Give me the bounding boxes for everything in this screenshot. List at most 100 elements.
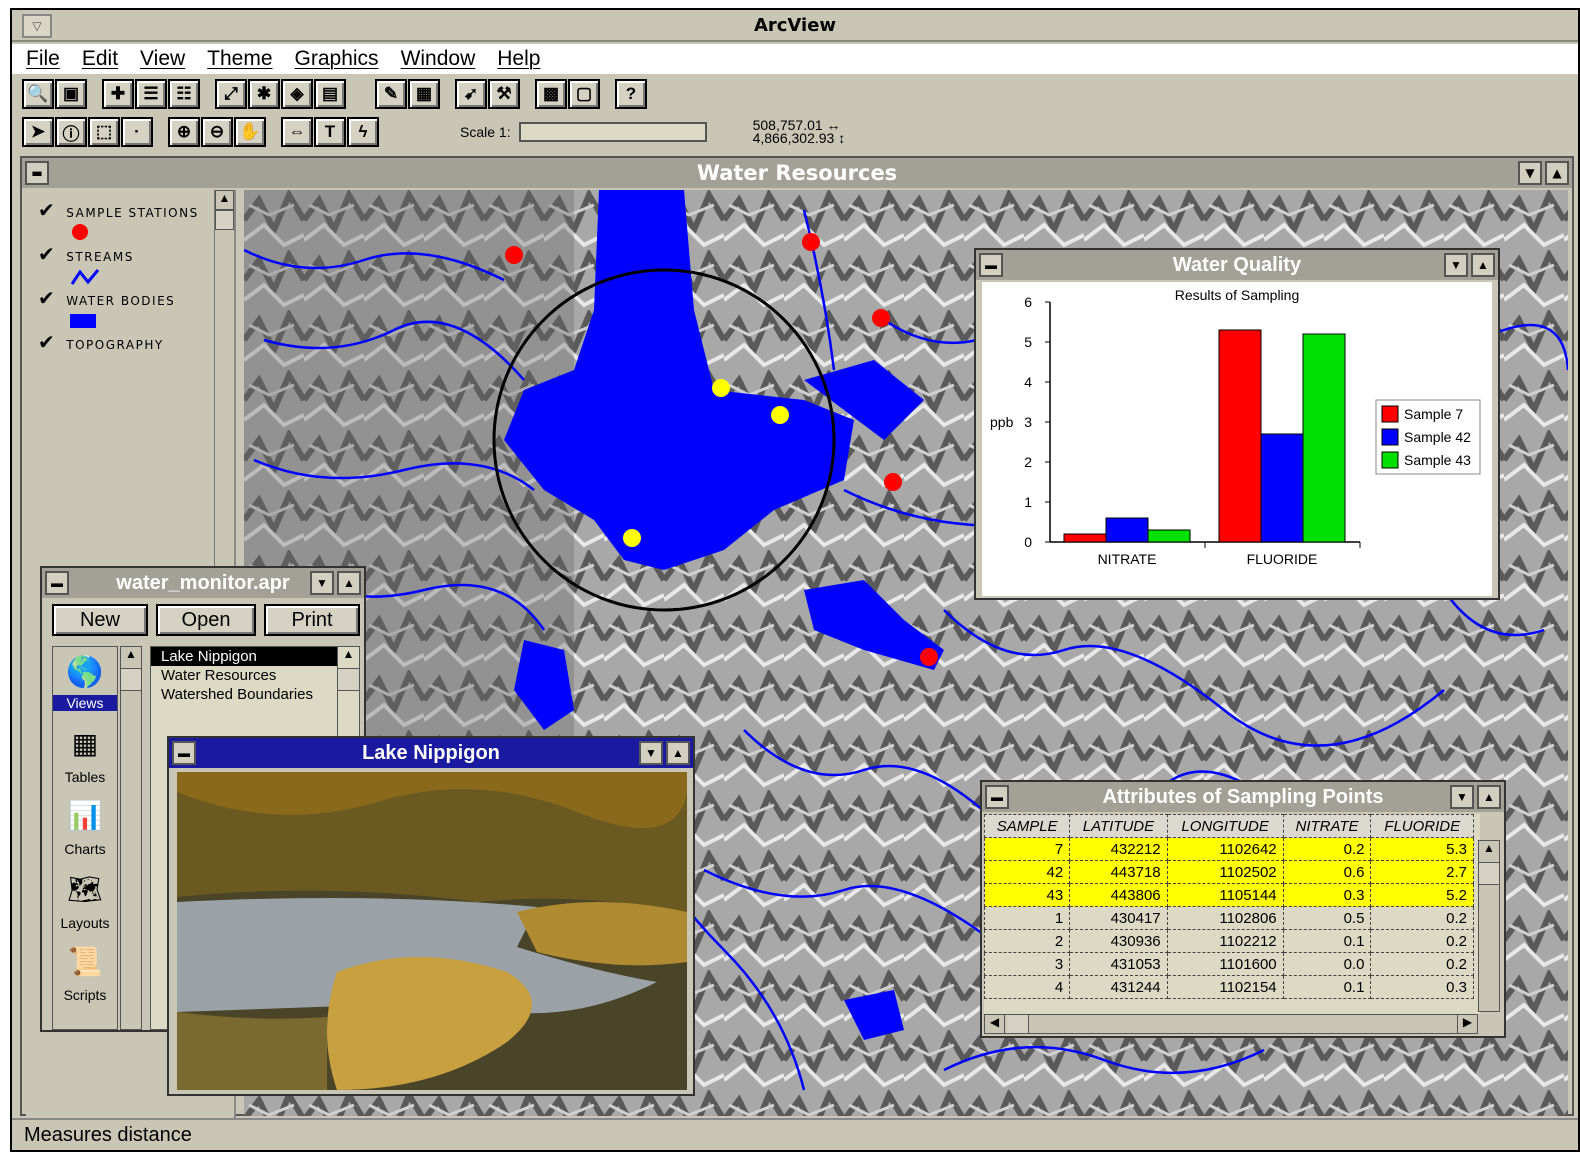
maximize-button[interactable]: ▲: [337, 571, 361, 595]
doc-type-scrollbar[interactable]: ▲: [120, 646, 142, 1030]
system-menu-button[interactable]: ▽: [22, 14, 52, 38]
maximize-button[interactable]: ▲: [1545, 161, 1569, 185]
checkmark-icon[interactable]: ✔: [38, 330, 56, 354]
open-button[interactable]: Open: [156, 604, 256, 636]
maximize-button[interactable]: ▲: [666, 741, 690, 765]
table-row[interactable]: 3 431053 1101600 0.0 0.2: [984, 952, 1474, 976]
zoom-full-extent-icon[interactable]: ⤢: [215, 79, 247, 109]
edit-legend-icon[interactable]: ☷: [168, 79, 200, 109]
zoom-selected-icon[interactable]: ◈: [281, 79, 313, 109]
print-button[interactable]: Print: [264, 604, 360, 636]
select-all-icon[interactable]: ▩: [535, 79, 567, 109]
doc-type-layouts[interactable]: 🗺 Layouts: [53, 865, 117, 937]
doc-type-scripts[interactable]: 📜 Scripts: [53, 937, 117, 1009]
list-item-water-resources[interactable]: Water Resources: [151, 666, 359, 685]
pan-hand-icon[interactable]: ✋: [234, 117, 266, 147]
table-cell: 1: [984, 906, 1071, 930]
table-cell: 443718: [1069, 860, 1168, 884]
menu-edit[interactable]: Edit: [82, 47, 118, 71]
text-tool-icon[interactable]: T: [314, 117, 346, 147]
maximize-button[interactable]: ▲: [1471, 253, 1495, 277]
measure-icon[interactable]: ⇔: [281, 117, 313, 147]
list-item-watershed-boundaries[interactable]: Watershed Boundaries: [151, 685, 359, 704]
window-menu-button[interactable]: ▬: [172, 741, 196, 765]
table-row[interactable]: 4 431244 1102154 0.1 0.3: [984, 975, 1474, 999]
table-row[interactable]: 1 430417 1102806 0.5 0.2: [984, 906, 1474, 930]
add-theme-icon[interactable]: ✚: [102, 79, 134, 109]
table-vscrollbar[interactable]: ▲: [1478, 840, 1500, 1012]
locate-address-icon[interactable]: ➹: [455, 79, 487, 109]
pointer-icon[interactable]: ➤: [22, 117, 54, 147]
menu-graphics[interactable]: Graphics: [295, 47, 379, 71]
table-cell: 1105144: [1166, 883, 1284, 907]
window-menu-button[interactable]: ▬: [979, 253, 1003, 277]
scale-input[interactable]: [518, 122, 707, 142]
table-hscrollbar[interactable]: ◀ ▶: [984, 1014, 1478, 1034]
menu-view[interactable]: View: [140, 47, 185, 71]
legend-label: Sample 42: [1404, 429, 1471, 445]
column-header[interactable]: SAMPLE: [984, 814, 1071, 838]
table-row[interactable]: 42 443718 1102502 0.6 2.7: [984, 860, 1474, 884]
list-item-lake-nippigon[interactable]: Lake Nippigon: [151, 647, 337, 666]
maximize-button[interactable]: ▲: [1477, 785, 1501, 809]
toc-item-water-bodies[interactable]: ✔ WATER BODIES: [38, 286, 175, 328]
table-row[interactable]: 2 430936 1102212 0.1 0.2: [984, 929, 1474, 953]
chart-window-title: Water Quality: [1172, 253, 1302, 276]
doc-type-tables[interactable]: ▦ Tables: [53, 719, 117, 791]
x-tick-label: NITRATE: [1098, 551, 1157, 567]
toc-scrollbar[interactable]: ▲: [214, 190, 234, 590]
water-rect-symbol: [70, 314, 96, 328]
toc-item-streams[interactable]: ✔ STREAMS: [38, 242, 134, 286]
zoom-active-themes-icon[interactable]: ✱: [248, 79, 280, 109]
arcview-window: ▽ ArcView File Edit View Theme Graphics …: [10, 8, 1580, 1152]
column-header[interactable]: FLUORIDE: [1370, 814, 1474, 838]
column-header[interactable]: LATITUDE: [1069, 814, 1168, 838]
chart-icon: 📊: [67, 800, 103, 831]
find-icon[interactable]: 🔍: [22, 79, 54, 109]
minimize-button[interactable]: ▼: [310, 571, 334, 595]
calculator-icon[interactable]: ▦: [408, 79, 440, 109]
photo-titlebar: ▬ Lake Nippigon ▼ ▲: [169, 738, 693, 768]
new-button[interactable]: New: [52, 604, 148, 636]
minimize-button[interactable]: ▼: [1450, 785, 1474, 809]
window-menu-button[interactable]: ▬: [985, 785, 1009, 809]
doc-type-charts[interactable]: 📊 Charts: [53, 791, 117, 865]
legend-label: Sample 7: [1404, 406, 1463, 422]
open-table-icon[interactable]: ▤: [314, 79, 346, 109]
globe-icon: 🌎: [66, 656, 104, 689]
column-header[interactable]: NITRATE: [1282, 814, 1372, 838]
select-feature-icon[interactable]: ⬚: [88, 117, 120, 147]
window-menu-button[interactable]: ▬: [25, 161, 49, 185]
y-tick-label: 6: [1024, 294, 1032, 310]
checkmark-icon[interactable]: ✔: [38, 198, 56, 222]
vertex-edit-icon[interactable]: ·: [121, 117, 153, 147]
menu-bar: File Edit View Theme Graphics Window Hel…: [12, 44, 1578, 74]
minimize-button[interactable]: ▼: [1444, 253, 1468, 277]
table-row[interactable]: 7 432212 1102642 0.2 5.3: [984, 837, 1474, 861]
column-header[interactable]: LONGITUDE: [1166, 814, 1284, 838]
hotlink-icon[interactable]: ϟ: [347, 117, 379, 147]
table-header-row: SAMPLE LATITUDE LONGITUDE NITRATE FLUORIDE: [984, 814, 1474, 838]
toc-item-topography[interactable]: ✔ TOPOGRAPHY: [38, 330, 164, 354]
checkmark-icon[interactable]: ✔: [38, 286, 56, 310]
zoom-in-icon[interactable]: ⊕: [168, 117, 200, 147]
checkmark-icon[interactable]: ✔: [38, 242, 56, 266]
theme-properties-icon[interactable]: ☰: [135, 79, 167, 109]
menu-window[interactable]: Window: [401, 47, 476, 71]
menu-theme[interactable]: Theme: [207, 47, 272, 71]
doc-type-views[interactable]: 🌎 Views: [53, 647, 117, 719]
layout-icon[interactable]: ▢: [568, 79, 600, 109]
minimize-button[interactable]: ▼: [639, 741, 663, 765]
query-builder-icon[interactable]: ✎: [375, 79, 407, 109]
zoom-out-icon[interactable]: ⊖: [201, 117, 233, 147]
help-icon[interactable]: ?: [615, 79, 647, 109]
menu-help[interactable]: Help: [497, 47, 540, 71]
toc-item-sample-stations[interactable]: ✔ SAMPLE STATIONS: [38, 198, 199, 240]
window-menu-button[interactable]: ▬: [45, 571, 69, 595]
save-icon[interactable]: ▣: [55, 79, 87, 109]
table-row[interactable]: 43 443806 1105144 0.3 5.2: [984, 883, 1474, 907]
minimize-button[interactable]: ▼: [1518, 161, 1542, 185]
identify-icon[interactable]: ⓘ: [55, 117, 87, 147]
hammer-icon[interactable]: ⚒: [488, 79, 520, 109]
menu-file[interactable]: File: [26, 47, 60, 71]
